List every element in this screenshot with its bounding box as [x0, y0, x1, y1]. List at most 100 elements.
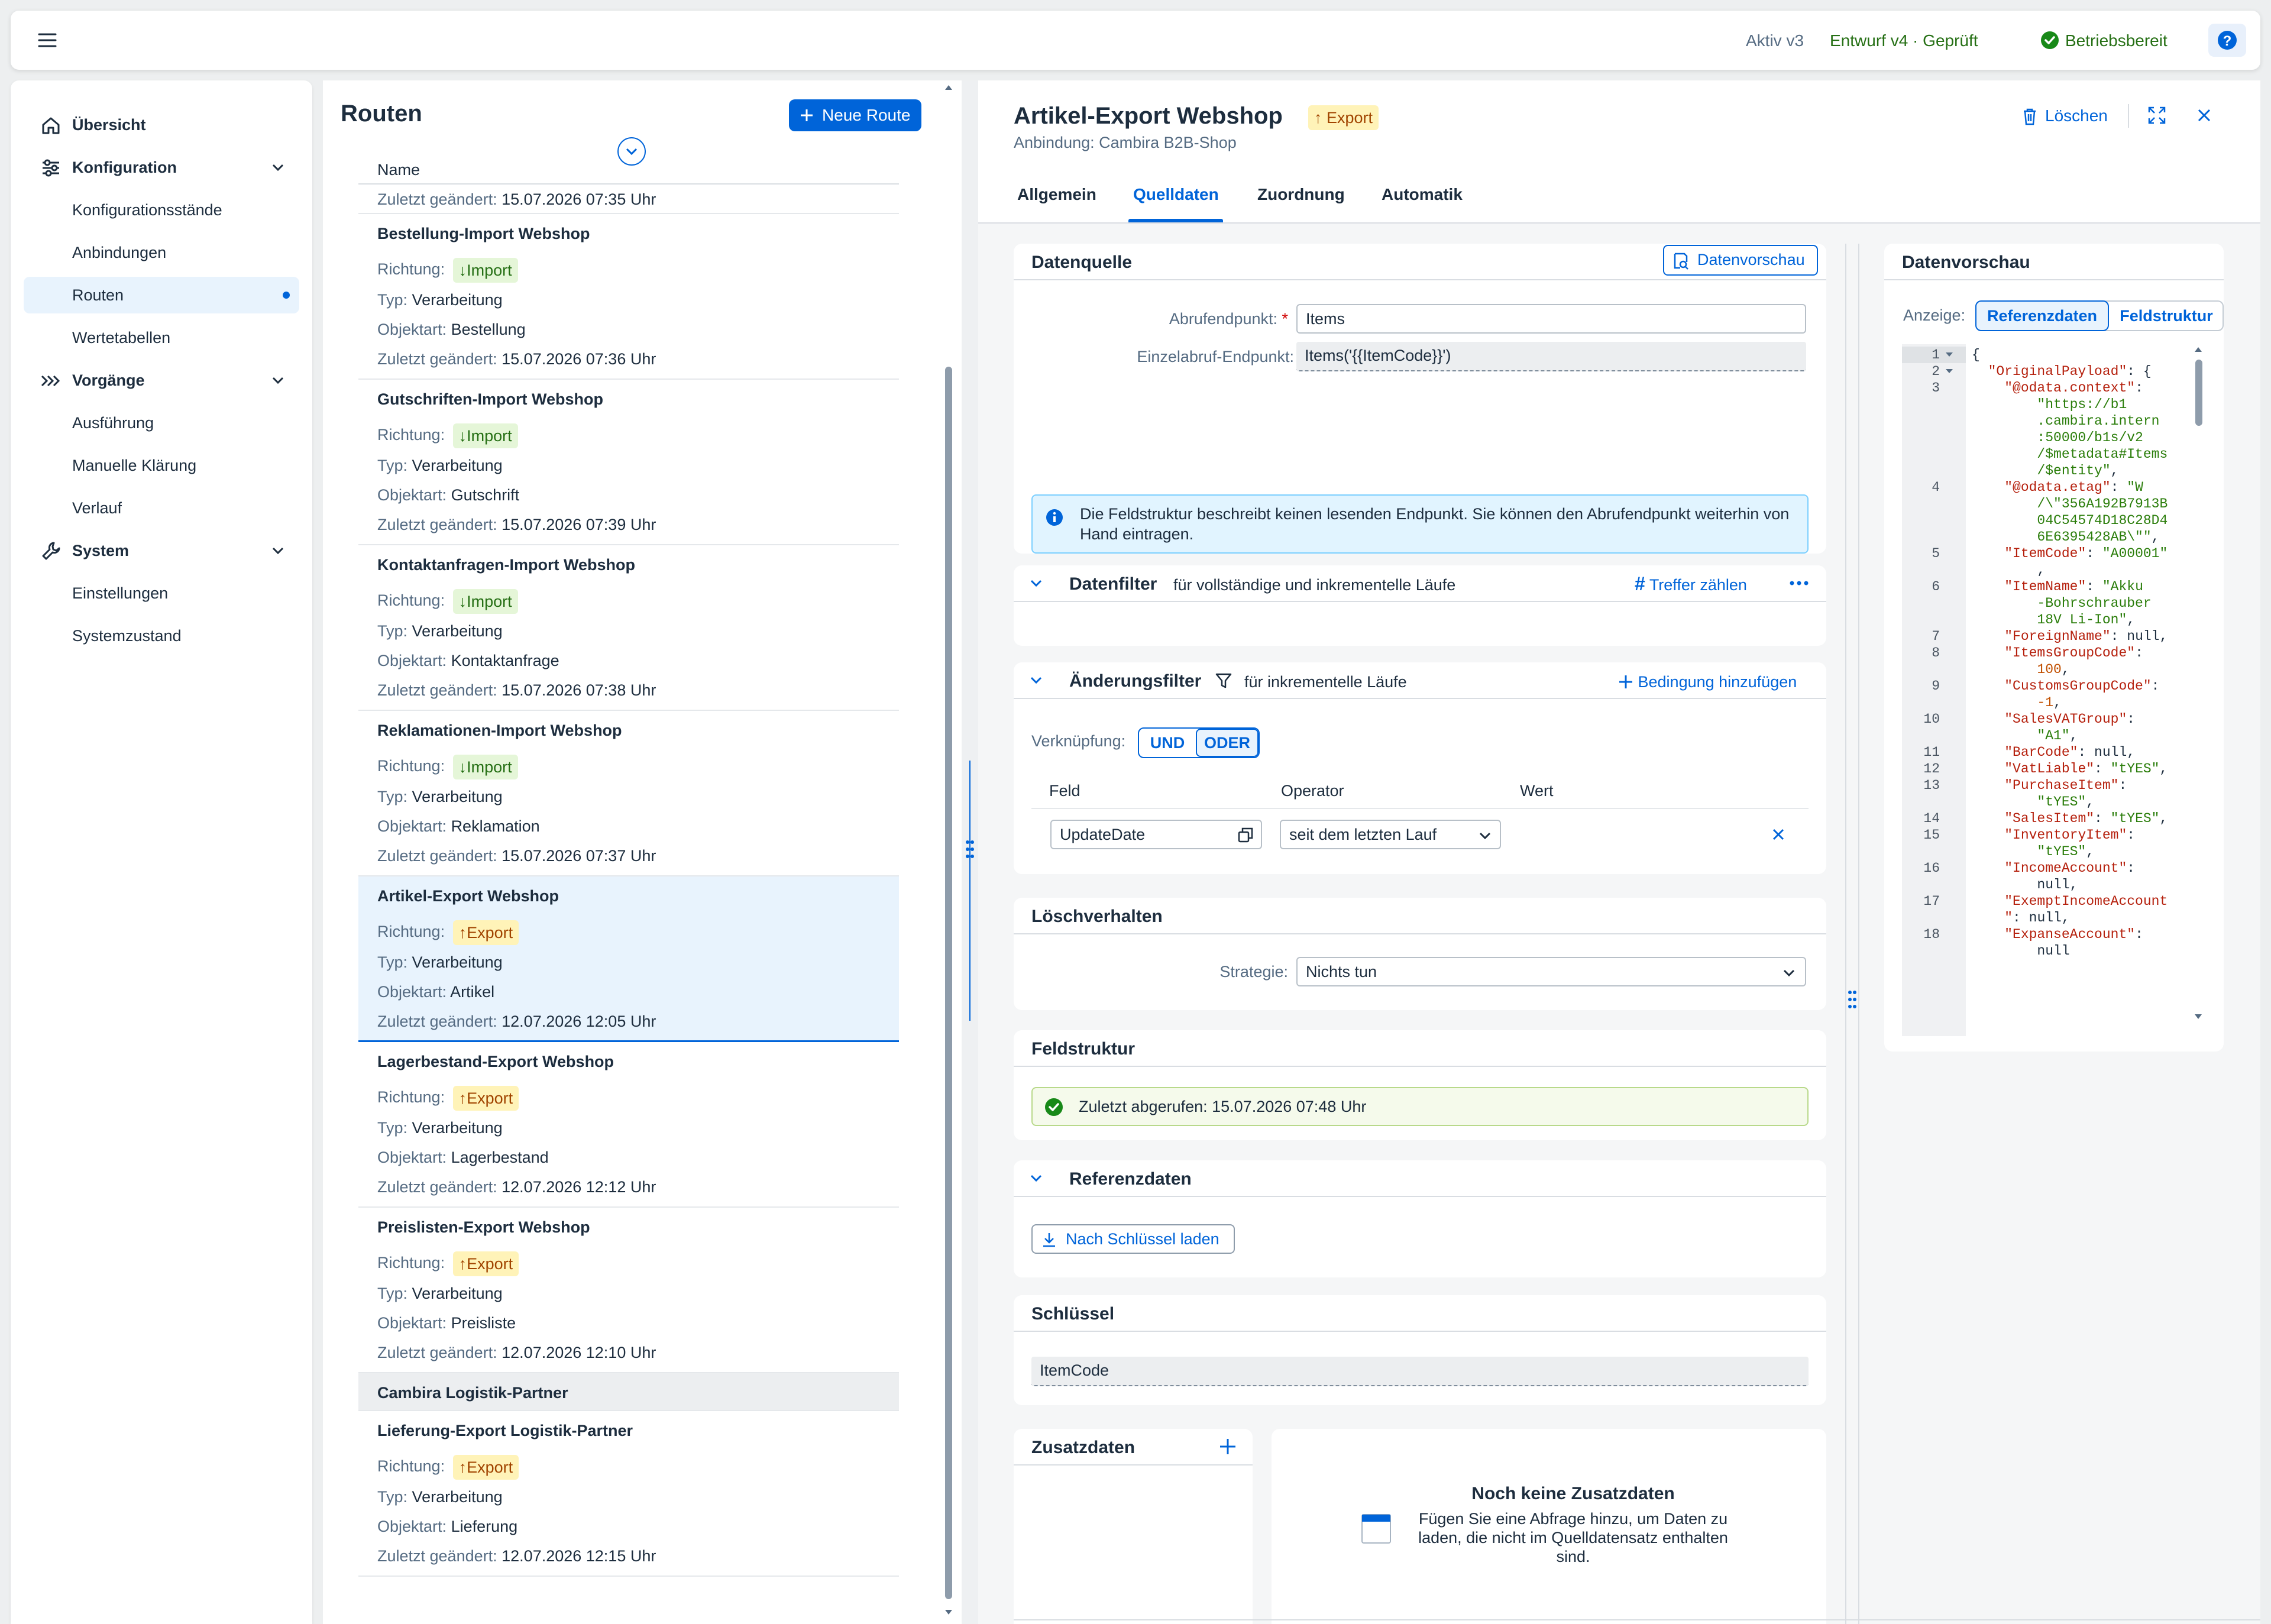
- fullscreen-icon[interactable]: [2147, 105, 2167, 125]
- table-row[interactable]: Artikel-Export Webshop Richtung: ↑Export T…: [358, 876, 899, 1042]
- operator-select[interactable]: seit dem letzten Lauf: [1280, 820, 1501, 849]
- load-by-key-button[interactable]: Nach Schlüssel laden: [1031, 1224, 1235, 1254]
- detail-header: Artikel-Export Webshop ↑ Export Anbindun…: [978, 80, 2260, 224]
- nav-item-settings[interactable]: Einstellungen: [24, 575, 299, 612]
- add-condition-button[interactable]: Bedingung hinzufügen: [1618, 672, 1797, 692]
- key-field[interactable]: ItemCode: [1031, 1357, 1809, 1386]
- scroll-down-icon[interactable]: [2193, 1011, 2204, 1022]
- table-row[interactable]: Lagerbestand-Export Webshop Richtung: ↑Ex…: [358, 1042, 899, 1208]
- changed-label: Zuletzt geändert:: [377, 190, 497, 208]
- tab-source-data[interactable]: Quelldaten: [1133, 185, 1219, 205]
- add-extradata-icon[interactable]: [1218, 1437, 1237, 1456]
- nav-item-configuration[interactable]: Konfiguration: [24, 149, 299, 186]
- nav-item-configuration-states[interactable]: Konfigurationsstände: [24, 192, 299, 228]
- fold-arrow-icon[interactable]: [1946, 352, 1953, 357]
- close-icon[interactable]: [2195, 106, 2213, 124]
- nav-item-value-tables[interactable]: Wertetabellen: [24, 319, 299, 356]
- tab-automation[interactable]: Automatik: [1382, 185, 1463, 205]
- more-icon[interactable]: [1788, 578, 1810, 588]
- nav-item-routes[interactable]: Routen: [24, 277, 299, 313]
- nav-item-execution[interactable]: Ausführung: [24, 405, 299, 441]
- toggle-field-structure[interactable]: Feldstruktur: [2110, 302, 2223, 330]
- scroll-down-icon[interactable]: [943, 1606, 955, 1618]
- info-message: Die Feldstruktur beschreibt keinen lesen…: [1031, 494, 1809, 554]
- route-detail: Artikel-Export Webshop ↑ Export Anbindun…: [978, 80, 2260, 1624]
- chevron-down-icon[interactable]: [1028, 1170, 1044, 1186]
- line-number: 15: [1923, 827, 1940, 843]
- menu-icon[interactable]: [37, 30, 58, 51]
- routes-panel: Routen Neue Route Name Zuletzt geändert:…: [323, 80, 978, 1624]
- table-row[interactable]: Gutschriften-Import Webshop Richtung: ↓Im…: [358, 380, 899, 545]
- chevron-down-icon[interactable]: [270, 542, 286, 559]
- code-line: :50000/b1s/v2: [2037, 430, 2143, 445]
- strategy-select[interactable]: Nichts tun: [1296, 957, 1806, 986]
- count-hits-button[interactable]: # Treffer zählen: [1635, 574, 1747, 595]
- code-line: /$metadata#Items: [2037, 447, 2168, 462]
- table-row[interactable]: Zuletzt geändert: 15.07.2026 07:35 Uhr: [358, 185, 899, 214]
- table-row[interactable]: Reklamationen-Import Webshop Richtung: ↓I…: [358, 711, 899, 876]
- direction-badge: ↑Export: [452, 1251, 519, 1276]
- scroll-up-icon[interactable]: [2193, 344, 2204, 355]
- nav-item-connections[interactable]: Anbindungen: [24, 234, 299, 271]
- fieldstructure-status: Zuletzt abgerufen: 15.07.2026 07:48 Uhr: [1031, 1087, 1809, 1126]
- drag-handle-icon[interactable]: [1846, 989, 1858, 1010]
- panel-splitter[interactable]: [962, 80, 978, 1624]
- route-name: Bestellung-Import Webshop: [377, 225, 590, 242]
- changefilter-card: Änderungsfilter für inkrementelle Läufe …: [1014, 662, 1826, 874]
- chevron-down-icon[interactable]: [1028, 672, 1044, 688]
- nav-item-system-health[interactable]: Systemzustand: [24, 617, 299, 654]
- list-scrollbar-thumb[interactable]: [945, 367, 952, 1599]
- line-number: 11: [1923, 745, 1940, 760]
- single-endpoint-field[interactable]: Items('{{ItemCode}}'): [1296, 342, 1806, 371]
- nav-item-processes[interactable]: Vorgänge: [24, 362, 299, 399]
- preview-card: Datenvorschau Anzeige: Referenzdaten Fel…: [1884, 244, 2224, 1052]
- table-row[interactable]: Kontaktanfragen-Import Webshop Richtung: …: [358, 545, 899, 711]
- chevron-down-icon[interactable]: [270, 372, 286, 389]
- plus-icon: [1619, 675, 1632, 688]
- drag-handle-icon[interactable]: [964, 839, 976, 860]
- chevron-down-icon[interactable]: [1028, 575, 1044, 591]
- datasource-title: Datenquelle: [1031, 253, 1133, 272]
- table-row[interactable]: Lieferung-Export Logistik-Partner Richtun…: [358, 1411, 899, 1577]
- changed-value: 15.07.2026 07:35 Uhr: [502, 190, 656, 208]
- code-line: "ItemName": "Akku: [2004, 579, 2143, 594]
- toggle-or[interactable]: ODER: [1196, 729, 1259, 757]
- new-route-button[interactable]: Neue Route: [789, 99, 921, 131]
- endpoint-input[interactable]: Items: [1296, 304, 1806, 334]
- code-line: "A1",: [2037, 728, 2078, 743]
- filter-field-input[interactable]: UpdateDate: [1050, 820, 1262, 849]
- logic-toggle: UND ODER: [1138, 727, 1260, 758]
- scroll-up-icon[interactable]: [943, 82, 955, 93]
- download-icon: [1043, 1233, 1055, 1247]
- data-preview-button[interactable]: Datenvorschau: [1663, 245, 1818, 276]
- route-object-type: Objektart: Reklamation: [377, 817, 540, 835]
- table-row[interactable]: Preislisten-Export Webshop Richtung: ↑Exp…: [358, 1208, 899, 1373]
- json-scrollbar-thumb[interactable]: [2195, 360, 2202, 426]
- column-name-header[interactable]: Name: [377, 160, 420, 180]
- nav-item-manual-clarification[interactable]: Manuelle Klärung: [24, 447, 299, 484]
- value-help-icon[interactable]: [1237, 827, 1254, 843]
- route-object-type: Objektart: Preisliste: [377, 1314, 516, 1332]
- fold-arrow-icon[interactable]: [1946, 369, 1953, 373]
- direction-badge: ↑ Export: [1308, 105, 1379, 130]
- plus-icon: [801, 109, 813, 121]
- toggle-reference-data[interactable]: Referenzdaten: [1975, 300, 2109, 331]
- json-scrollbar[interactable]: [2189, 344, 2207, 1036]
- nav-item-overview[interactable]: Übersicht: [24, 106, 299, 143]
- code-line: null: [1972, 943, 2070, 959]
- help-button[interactable]: ?: [2208, 24, 2246, 57]
- nav-item-system[interactable]: System: [24, 532, 299, 569]
- preview-splitter[interactable]: [1845, 244, 1859, 1624]
- chevron-down-icon[interactable]: [270, 159, 286, 176]
- tab-general[interactable]: Allgemein: [1017, 185, 1096, 205]
- draft-version-label[interactable]: Entwurf v4 · Geprüft: [1830, 31, 1978, 51]
- line-number: 13: [1923, 778, 1940, 793]
- toggle-and[interactable]: UND: [1139, 729, 1196, 757]
- table-row[interactable]: Bestellung-Import Webshop Richtung: ↓Impo…: [358, 214, 899, 380]
- remove-condition-icon[interactable]: [1771, 827, 1786, 842]
- tab-mapping[interactable]: Zuordnung: [1257, 185, 1345, 205]
- referencedata-title: Referenzdaten: [1069, 1169, 1192, 1189]
- list-scrollbar[interactable]: [940, 80, 957, 1624]
- code-line: "IncomeAccount":: [2004, 860, 2136, 876]
- nav-item-history[interactable]: Verlauf: [24, 490, 299, 526]
